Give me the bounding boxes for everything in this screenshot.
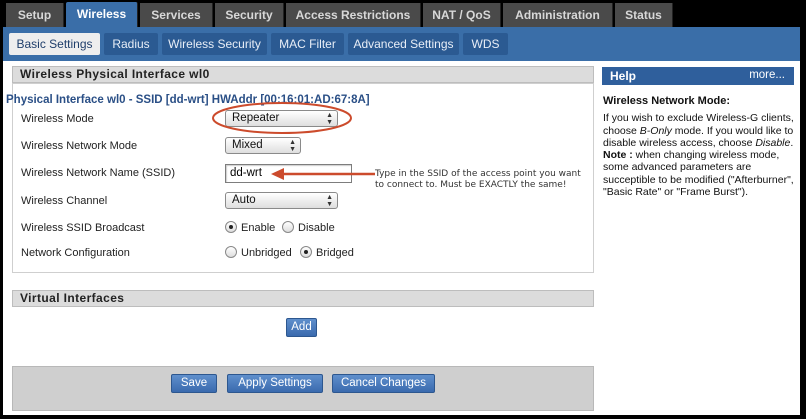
subtab-advanced-settings[interactable]: Advanced Settings [348,33,459,55]
help-heading: Wireless Network Mode: [603,95,731,107]
network-config-label: Network Configuration [21,247,130,259]
tab-administration[interactable]: Administration [503,3,613,27]
channel-label: Wireless Channel [21,195,108,207]
tab-setup[interactable]: Setup [6,3,64,27]
ssid-broadcast-enable-radio[interactable] [225,221,237,233]
subtab-wireless-security[interactable]: Wireless Security [162,33,267,55]
annotation-arrow [271,168,375,180]
channel-value: Auto [232,194,256,206]
network-config-bridged-label: Bridged [316,247,354,259]
ssid-broadcast-disable-radio[interactable] [282,221,294,233]
tab-access-restrictions[interactable]: Access Restrictions [286,3,421,27]
ssid-broadcast-label: Wireless SSID Broadcast [21,222,145,234]
ssid-broadcast-disable-label: Disable [298,222,335,234]
network-mode-select[interactable]: Mixed ▲ ▼ [225,137,301,154]
help-header: Help more... [602,67,794,85]
wireless-mode-label: Wireless Mode [21,113,94,125]
main-content: Wireless Physical Interface wl0 Physical… [3,61,800,415]
tab-services[interactable]: Services [140,3,213,27]
annotation-line-2: to connect to. Must be EXACTLY the same! [375,180,567,190]
help-note: Note : when changing wireless mode, some… [603,149,794,199]
ssid-annotation: Type in the SSID of the access point you… [375,169,595,191]
network-mode-value: Mixed [232,139,263,151]
physical-interface-header: Wireless Physical Interface wl0 [12,66,594,83]
save-button[interactable]: Save [171,374,217,393]
subtab-mac-filter[interactable]: MAC Filter [271,33,344,55]
ssid-broadcast-enable-label: Enable [241,222,276,234]
subtab-wds[interactable]: WDS [463,33,508,55]
subtab-radius[interactable]: Radius [104,33,158,55]
network-config-unbridged-label: Unbridged [241,247,292,259]
select-arrows-icon: ▲ ▼ [326,194,333,208]
subtab-basic-settings[interactable]: Basic Settings [9,33,100,55]
apply-settings-button[interactable]: Apply Settings [227,374,323,393]
network-config-bridged-radio[interactable] [300,246,312,258]
tab-wireless[interactable]: Wireless [66,2,138,28]
annotation-line-1: Type in the SSID of the access point you… [375,169,581,179]
tab-status[interactable]: Status [615,3,673,27]
virtual-interfaces-header: Virtual Interfaces [12,290,594,307]
channel-select[interactable]: Auto ▲ ▼ [225,192,338,209]
help-title: Help [610,69,637,83]
ssid-label: Wireless Network Name (SSID) [21,167,176,179]
top-nav: Setup Wireless Services Security Access … [3,2,800,28]
help-body: Wireless Network Mode: If you wish to ex… [603,95,795,198]
help-paragraph: If you wish to exclude Wireless-G client… [603,112,794,149]
cancel-changes-button[interactable]: Cancel Changes [332,374,435,393]
highlight-ellipse [212,102,352,134]
add-button[interactable]: Add [286,318,317,337]
tab-nat-qos[interactable]: NAT / QoS [423,3,501,27]
tab-security[interactable]: Security [215,3,284,27]
network-mode-label: Wireless Network Mode [21,140,138,152]
sub-nav: Basic Settings Radius Wireless Security … [3,27,800,61]
help-more-link[interactable]: more... [749,69,785,81]
select-arrows-icon: ▲ ▼ [289,139,296,153]
network-config-unbridged-radio[interactable] [225,246,237,258]
